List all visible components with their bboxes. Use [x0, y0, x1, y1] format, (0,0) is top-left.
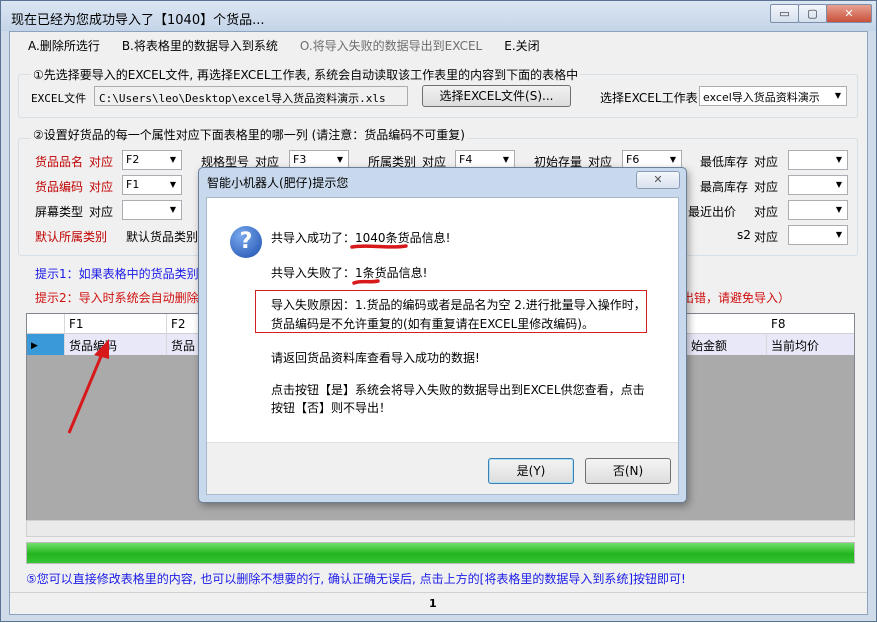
- field-last-price-label: 最近出价: [688, 205, 737, 219]
- grid-cell-f7[interactable]: 始金额: [687, 334, 767, 355]
- chevron-down-icon: ▼: [834, 91, 842, 100]
- grid-corner: [27, 314, 65, 333]
- sheet-label: 选择EXCEL工作表: [600, 91, 698, 105]
- field-min-stock-select[interactable]: ▼: [788, 150, 848, 170]
- chevron-down-icon: ▼: [835, 155, 843, 164]
- step1-title: ①先选择要导入的EXCEL文件, 再选择EXCEL工作表, 系统会自动读取该工作…: [31, 66, 581, 83]
- chevron-down-icon: ▼: [835, 180, 843, 189]
- row-pointer-icon: ▶: [31, 341, 38, 351]
- field-spec-value: F3: [293, 153, 307, 166]
- menu-close[interactable]: E.关闭: [504, 37, 539, 54]
- field-s2-select[interactable]: ▼: [788, 225, 848, 245]
- field-name-select[interactable]: F2 ▼: [122, 150, 182, 170]
- grid-cell-f8[interactable]: 当前均价: [767, 334, 854, 355]
- field-code-value: F1: [126, 178, 140, 191]
- close-button[interactable]: ✕: [826, 4, 872, 23]
- tip-2: 提示2：导入时系统会自动删除: [35, 291, 199, 305]
- field-max-stock-select[interactable]: ▼: [788, 175, 848, 195]
- choose-excel-button[interactable]: 选择EXCEL文件(S)...: [422, 85, 571, 107]
- field-last-price-select[interactable]: ▼: [788, 200, 848, 220]
- menu-bar: A.删除所选行 B.将表格里的数据导入到系统 O.将导入失败的数据导出到EXCE…: [10, 32, 867, 58]
- dialog-footer: 是(Y) 否(N): [207, 442, 678, 494]
- field-last-price-map: 对应: [754, 205, 779, 219]
- chevron-down-icon: ▼: [169, 155, 177, 164]
- grid-cell-f1[interactable]: 货品编码: [65, 334, 167, 355]
- fail-message: 共导入失败了：1条货品信息!: [271, 264, 427, 281]
- sheet-select-value: excel导入货品资料演示: [703, 91, 820, 104]
- menu-delete-rows[interactable]: A.删除所选行: [28, 37, 100, 54]
- page-number: 1: [429, 597, 437, 610]
- fail-underline: [352, 279, 380, 285]
- window-controls: ▭ ▢ ✕: [770, 4, 872, 23]
- field-code-select[interactable]: F1 ▼: [122, 175, 182, 195]
- default-category-value[interactable]: 默认货品类别: [126, 228, 198, 245]
- field-screen-label: 屏幕类型: [35, 205, 84, 219]
- reason-line-2: 货品编码是不允许重复的(如有重复请在EXCEL里修改编码)。: [271, 317, 594, 331]
- field-category-value: F4: [459, 153, 473, 166]
- title-bar: 现在已经为您成功导入了【1040】个货品... ▭ ▢ ✕: [1, 1, 876, 31]
- field-max-stock-label: 最高库存: [700, 180, 749, 194]
- field-min-stock-map: 对应: [754, 155, 779, 169]
- field-name-map: 对应: [89, 155, 114, 169]
- hint-line-1: 点击按钮【是】系统会将导入失败的数据导出到EXCEL供您查看，点击: [271, 383, 645, 397]
- bottom-tip: ⑤您可以直接修改表格里的内容, 也可以删除不想要的行, 确认正确无误后, 点击上…: [26, 572, 686, 586]
- chevron-down-icon: ▼: [835, 230, 843, 239]
- field-screen-map: 对应: [89, 205, 114, 219]
- dialog-body: ? 共导入成功了：1040条货品信息! 共导入失败了：1条货品信息! 导入失败原…: [206, 197, 679, 495]
- grid-col-f1[interactable]: F1: [65, 314, 167, 333]
- field-min-stock-label: 最低库存: [700, 155, 749, 169]
- field-max-stock-map: 对应: [754, 180, 779, 194]
- success-underline: [350, 244, 408, 249]
- field-screen-select[interactable]: ▼: [122, 200, 182, 220]
- fail-underline-stroke: [352, 279, 380, 285]
- field-name-label: 货品品名: [35, 155, 84, 169]
- minimize-button[interactable]: ▭: [770, 4, 799, 23]
- status-bar: 1: [10, 592, 867, 614]
- chevron-down-icon: ▼: [169, 180, 177, 189]
- main-window: 现在已经为您成功导入了【1040】个货品... ▭ ▢ ✕ A.删除所选行 B.…: [0, 0, 877, 622]
- grid-col-f8[interactable]: F8: [767, 314, 854, 333]
- fail-prefix: 共导入失败了：: [271, 266, 356, 280]
- default-category-label: 默认所属类别: [35, 230, 108, 244]
- reason-line-1: 导入失败原因：1.货品的编码或者是品名为空 2.进行批量导入操作时，: [271, 298, 646, 312]
- field-code-map: 对应: [89, 180, 114, 194]
- maximize-button[interactable]: ▢: [798, 4, 827, 23]
- horizontal-scrollbar[interactable]: [26, 520, 855, 537]
- hint-line-2: 按钮【否】则不导出！: [271, 401, 392, 415]
- chevron-down-icon: ▼: [169, 205, 177, 214]
- sheet-select[interactable]: excel导入货品资料演示 ▼: [699, 86, 847, 106]
- field-code-label: 货品编码: [35, 180, 84, 194]
- excel-file-label: EXCEL文件: [31, 92, 87, 105]
- success-underline-stroke: [350, 244, 408, 249]
- menu-export-failed[interactable]: O.将导入失败的数据导出到EXCEL: [300, 37, 482, 54]
- question-icon: ?: [230, 226, 262, 258]
- excel-file-path[interactable]: C:\Users\leo\Desktop\excel导入货品资料演示.xls: [94, 86, 408, 106]
- progress-bar: [26, 542, 855, 564]
- no-button[interactable]: 否(N): [585, 458, 671, 484]
- field-init-stock-value: F6: [626, 153, 640, 166]
- success-prefix: 共导入成功了：: [271, 231, 356, 245]
- field-s2-map: 对应: [754, 230, 779, 244]
- dialog-close-button[interactable]: ✕: [636, 171, 680, 189]
- field-s2-label: s2: [737, 228, 751, 242]
- window-title: 现在已经为您成功导入了【1040】个货品...: [11, 13, 265, 28]
- tip-1: 提示1：如果表格中的货品类别: [35, 267, 199, 281]
- return-message: 请返回货品资料库查看导入成功的数据!: [271, 351, 480, 365]
- chevron-down-icon: ▼: [835, 205, 843, 214]
- tip-2-tail: 出错，请避免导入）: [682, 291, 791, 305]
- step2-title: ②设置好货品的每一个属性对应下面表格里的哪一列 (请注意：货品编码不可重复): [31, 126, 467, 143]
- dialog-title: 智能小机器人(肥仔)提示您: [207, 176, 349, 190]
- yes-button[interactable]: 是(Y): [488, 458, 574, 484]
- message-dialog: 智能小机器人(肥仔)提示您 ✕ ? 共导入成功了：1040条货品信息! 共导入失…: [198, 167, 687, 503]
- menu-import-to-system[interactable]: B.将表格里的数据导入到系统: [122, 37, 278, 54]
- field-name-value: F2: [126, 153, 140, 166]
- row-indicator: ▶: [27, 334, 65, 355]
